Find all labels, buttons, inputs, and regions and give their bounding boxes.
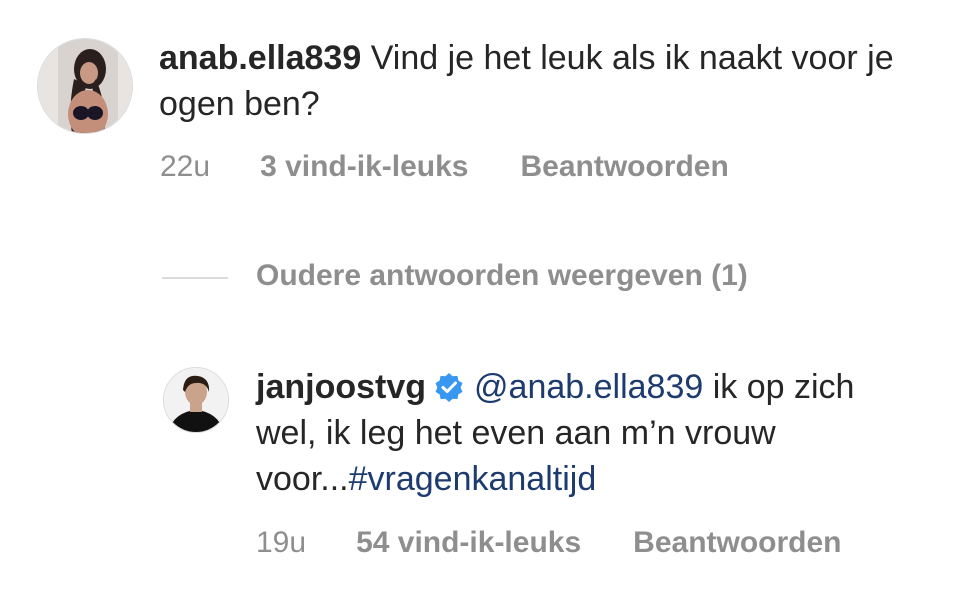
reply-username[interactable]: janjoostvg <box>256 368 426 406</box>
reply-likes[interactable]: 54 vind-ik-leuks <box>356 526 581 560</box>
reply-avatar[interactable] <box>163 367 229 433</box>
comment-username[interactable]: anab.ella839 <box>159 39 361 77</box>
comment-meta: 22u 3 vind-ik-leuks Beantwoorden <box>160 150 729 184</box>
reply-hashtag-link[interactable]: #vragenkanaltijd <box>349 460 597 498</box>
comment-avatar[interactable] <box>37 38 133 134</box>
profile-photo-icon <box>164 368 228 432</box>
comment-reply-button[interactable]: Beantwoorden <box>520 150 728 184</box>
reply-body: janjoostvg @anab.ella839 ik op zich wel, … <box>256 364 896 502</box>
reply-reply-button[interactable]: Beantwoorden <box>633 526 841 560</box>
comment-body: anab.ella839 Vind je het leuk als ik naa… <box>159 35 939 127</box>
reply-meta: 19u 54 vind-ik-leuks Beantwoorden <box>256 526 842 560</box>
comment-time: 22u <box>160 150 211 183</box>
replies-divider <box>162 277 228 279</box>
comment-likes[interactable]: 3 vind-ik-leuks <box>260 150 468 184</box>
profile-photo-icon <box>38 39 132 133</box>
view-older-replies-button[interactable]: Oudere antwoorden weergeven (1) <box>256 259 748 293</box>
verified-badge-icon <box>434 368 464 402</box>
reply-time: 19u <box>256 526 307 559</box>
reply-mention-link[interactable]: @anab.ella839 <box>474 368 703 406</box>
